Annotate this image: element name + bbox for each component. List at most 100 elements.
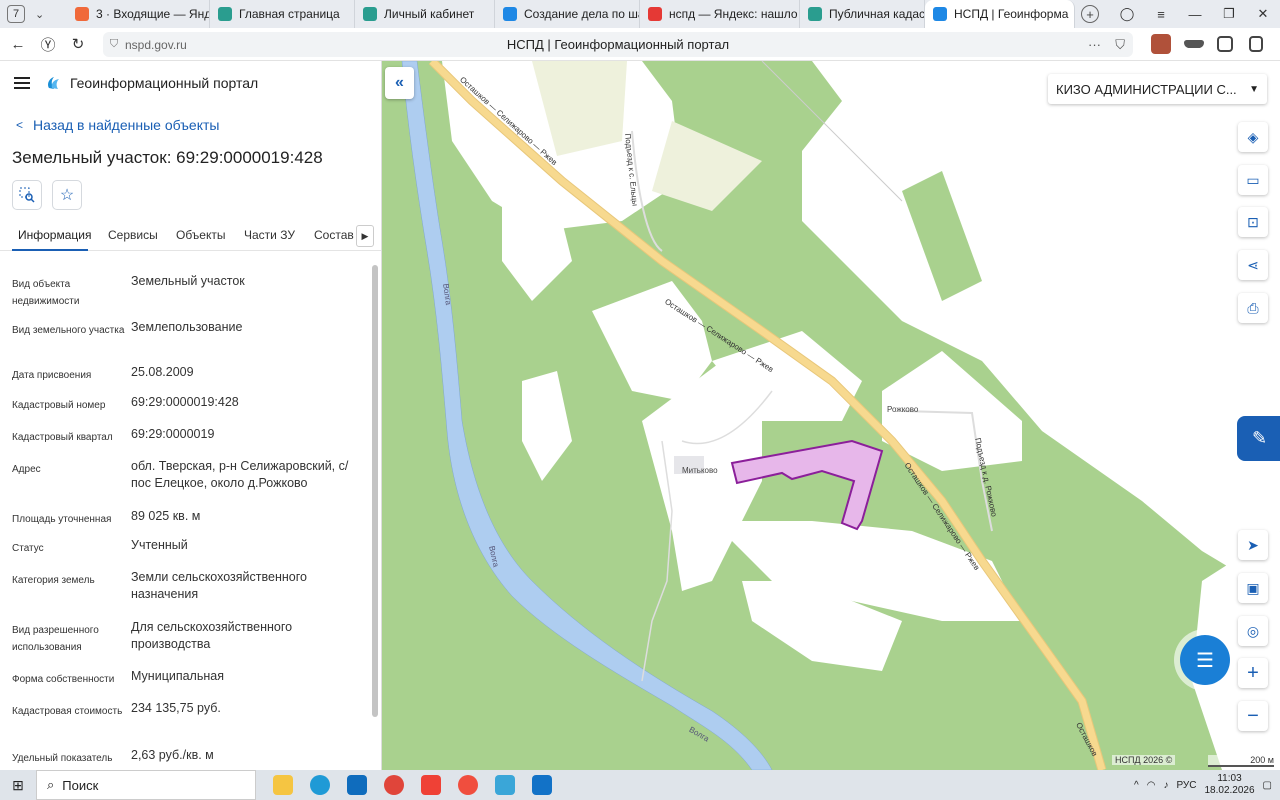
attribute-label: Кадастровый квартал — [12, 432, 113, 443]
browser-tab[interactable]: 3 · Входящие — Яндекс — [67, 0, 210, 28]
os-taskbar: ⊞ ⌕ Поиск ^ ◠ ♪ РУС 11:03 18.02.2026 ▢ — [0, 770, 1280, 800]
printer-icon: ⎙ — [1247, 299, 1259, 316]
windows-start-icon[interactable]: ⊞ — [0, 777, 36, 794]
layer-select-value: КИЗО АДМИНИСТРАЦИИ С... — [1056, 81, 1237, 97]
browser-tab[interactable]: Публичная кадастрова — [800, 0, 925, 28]
browser-tab[interactable]: нспд — Яндекс: нашло — [640, 0, 800, 28]
attribute-value: Муниципальная — [131, 669, 224, 683]
tab-favicon-icon — [933, 7, 947, 21]
panel-scrollbar[interactable] — [372, 265, 378, 717]
map-canvas[interactable] — [382, 61, 1280, 770]
tab-composition[interactable]: Состав — [314, 228, 354, 242]
clock-time: 11:03 — [1217, 773, 1242, 784]
vpn-icon[interactable] — [1184, 40, 1204, 48]
menu-icon[interactable]: ≡ — [1144, 7, 1178, 22]
attribute-value: Для сельскохозяйственного производства — [131, 620, 293, 651]
close-tab-icon[interactable]: ✕ — [1068, 7, 1074, 21]
app-title: Геоинформационный портал — [70, 75, 259, 91]
downloads-icon[interactable] — [1249, 36, 1263, 52]
url-text: nspd.gov.ru — [125, 37, 187, 52]
chat-icon: ☰ — [1196, 649, 1214, 672]
browser-tab[interactable]: Главная страница — [210, 0, 355, 28]
notifications-icon[interactable]: ▢ — [1263, 780, 1272, 791]
volume-icon[interactable]: ♪ — [1163, 780, 1168, 791]
edge-icon[interactable] — [301, 770, 338, 800]
print-button[interactable]: ⎙ — [1238, 293, 1268, 323]
page-title: НСПД | Геоинформационный портал — [506, 37, 730, 52]
site-info-icon[interactable]: ⛉ — [103, 38, 125, 51]
hamburger-menu-icon[interactable] — [14, 77, 30, 89]
browser-tab[interactable]: Создание дела по шаб — [495, 0, 640, 28]
more-icon[interactable]: ··· — [1088, 37, 1101, 52]
tab-favicon-icon — [503, 7, 517, 21]
minimize-button[interactable]: — — [1178, 7, 1212, 22]
bookmark-icon[interactable]: ⛉ — [1115, 37, 1125, 53]
url-field[interactable]: ⛉ nspd.gov.ru НСПД | Геоинформационный п… — [103, 32, 1133, 57]
favorite-button[interactable]: ☆ — [52, 180, 82, 210]
back-to-results-link[interactable]: < Назад в найденные объекты — [16, 117, 219, 133]
wifi-icon[interactable]: ◠ — [1147, 780, 1156, 791]
chat-button[interactable]: ☰ — [1180, 635, 1230, 685]
yandex-browser-icon[interactable] — [449, 770, 486, 800]
system-clock[interactable]: 11:03 18.02.2026 — [1204, 773, 1254, 797]
attribute-label: Категория земель — [12, 575, 95, 586]
address-bar: ← Ⓨ ↻ ⛉ nspd.gov.ru НСПД | Геоинформацио… — [0, 28, 1280, 61]
notes-icon[interactable] — [486, 770, 523, 800]
tabs-scroll-right-button[interactable]: ▶ — [356, 225, 374, 247]
collapse-panel-button[interactable]: « — [385, 67, 414, 99]
collections-icon[interactable] — [1217, 36, 1233, 52]
attribute-label: Вид разрешенного использования — [12, 625, 99, 653]
new-tab-button[interactable]: + — [1081, 5, 1099, 23]
attribute-label: Дата присвоения — [12, 370, 92, 381]
yandex-icon[interactable]: Ⓨ — [33, 34, 63, 55]
tab-favicon-icon — [363, 7, 377, 21]
tab-favicon-icon — [648, 7, 662, 21]
chrome-icon[interactable] — [375, 770, 412, 800]
attribute-value: Учтенный — [131, 538, 188, 552]
yandex-app-icon[interactable] — [412, 770, 449, 800]
attribute-label: Адрес — [12, 464, 41, 475]
search-location-button[interactable]: ◎ — [1238, 616, 1268, 646]
extension-icon[interactable] — [1151, 34, 1171, 54]
geolocation-button[interactable]: ➤ — [1238, 530, 1268, 560]
minimap-button[interactable]: ▣ — [1238, 573, 1268, 603]
keyboard-lang[interactable]: РУС — [1176, 780, 1196, 791]
taskbar-search[interactable]: ⌕ Поиск — [36, 770, 256, 800]
tray-chevron-icon[interactable]: ^ — [1134, 780, 1139, 791]
tab-services[interactable]: Сервисы — [108, 228, 158, 242]
minus-icon: − — [1247, 704, 1259, 727]
reload-icon[interactable]: ↻ — [63, 35, 93, 53]
tab-objects[interactable]: Объекты — [176, 228, 226, 242]
close-window-button[interactable]: ✕ — [1246, 6, 1280, 22]
object-info-panel: Геоинформационный портал < Назад в найде… — [0, 61, 382, 770]
zoom-in-button[interactable]: + — [1238, 658, 1268, 688]
map-view[interactable]: Осташков — Селижарово — Ржев Осташков — … — [382, 61, 1280, 770]
chevron-down-icon[interactable]: ⌄ — [35, 8, 51, 21]
place-label-rozhkovo: Рожково — [887, 405, 919, 414]
attribute-label: Вид земельного участка — [12, 325, 125, 336]
attribute-row: Дата присвоения 25.08.2009 — [12, 364, 362, 384]
app-icon[interactable] — [523, 770, 560, 800]
attribute-value: Землепользование — [131, 320, 243, 334]
browser-tab[interactable]: Личный кабинет — [355, 0, 495, 28]
restore-button[interactable]: ❐ — [1212, 6, 1246, 22]
layer-select[interactable]: КИЗО АДМИНИСТРАЦИИ С... ▼ — [1048, 74, 1267, 104]
browser-tab[interactable]: НСПД | Геоинформа✕ — [925, 0, 1075, 28]
tab-information[interactable]: Информация — [18, 228, 91, 242]
locate-object-button[interactable] — [12, 180, 42, 210]
share-button[interactable]: ⋖ — [1238, 250, 1268, 280]
tab-count-badge[interactable]: 7 — [7, 5, 25, 23]
feedback-button[interactable]: ✎ — [1237, 416, 1280, 461]
file-explorer-icon[interactable] — [264, 770, 301, 800]
profile-icon[interactable]: ◯ — [1110, 6, 1144, 22]
attribute-label: Форма собственности — [12, 674, 115, 685]
measure-button[interactable]: ▭ — [1238, 165, 1268, 195]
outlook-icon[interactable] — [338, 770, 375, 800]
layers-button[interactable]: ◈ — [1238, 122, 1268, 152]
select-area-button[interactable]: ⊡ — [1238, 207, 1268, 237]
zoom-out-button[interactable]: − — [1238, 701, 1268, 731]
attribute-label: Вид объекта недвижимости — [12, 279, 80, 307]
back-arrow-icon[interactable]: ← — [3, 36, 33, 53]
tab-parts[interactable]: Части ЗУ — [244, 228, 295, 242]
attribute-value: обл. Тверская, р-н Селижаровский, с/пос … — [131, 459, 349, 490]
